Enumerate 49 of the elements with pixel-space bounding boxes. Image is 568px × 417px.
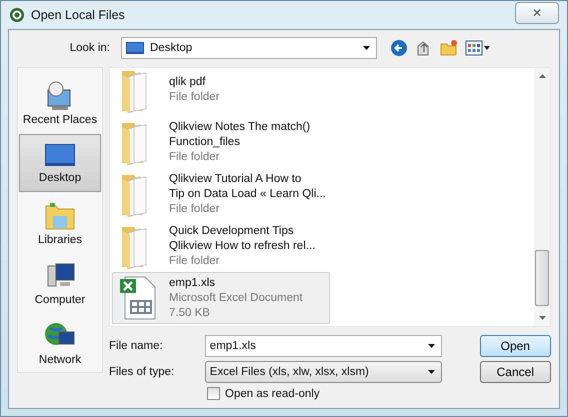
- file-detail: 7.50 KB: [169, 306, 211, 320]
- file-name: emp1.xls: [169, 276, 216, 290]
- look-in-dropdown[interactable]: Desktop: [121, 37, 377, 59]
- open-button[interactable]: Open: [480, 335, 552, 357]
- place-item[interactable]: Computer: [19, 254, 101, 312]
- read-only-checkbox[interactable]: [207, 387, 220, 400]
- file-item[interactable]: Qlikview Notes The match() Function_files File folder: [112, 116, 330, 168]
- file-name: Qlikview Notes The match(): [169, 120, 310, 134]
- file-name: Tip on Data Load « Learn Qli...: [169, 186, 326, 202]
- file-name: Quick Development Tips: [169, 224, 295, 238]
- file-name-field[interactable]: emp1.xls: [204, 335, 442, 357]
- file-detail: File folder: [169, 90, 220, 105]
- place-item[interactable]: Network: [19, 314, 101, 372]
- file-name: Qlikview Tutorial A How to: [169, 172, 302, 186]
- close-button[interactable]: ✕: [515, 2, 559, 24]
- file-detail: File folder: [169, 254, 220, 268]
- file-detail: File folder: [169, 202, 220, 216]
- file-name: Function_files: [169, 134, 241, 150]
- scrollbar[interactable]: [534, 68, 550, 326]
- file-type-dropdown[interactable]: Excel Files (xls, xlw, xlsx, xlsm): [204, 361, 442, 383]
- file-item[interactable]: qlik pdf File folder: [112, 68, 330, 116]
- look-in-label: Look in:: [68, 42, 111, 54]
- app-logo-icon: [9, 7, 25, 23]
- read-only-label: Open as read-only: [225, 388, 320, 400]
- place-item[interactable]: Recent Places: [19, 74, 101, 132]
- file-name: Qlikview How to refresh rel...: [169, 238, 316, 254]
- place-item[interactable]: Desktop: [19, 134, 101, 192]
- back-icon[interactable]: [390, 39, 408, 57]
- file-item[interactable]: emp1.xls Microsoft Excel Document 7.50 KB: [112, 272, 330, 324]
- place-item[interactable]: Libraries: [19, 194, 101, 252]
- scroll-down-icon[interactable]: [538, 316, 546, 320]
- caret-icon: [363, 46, 370, 50]
- caret-icon: [428, 370, 435, 374]
- file-name-label: File name:: [109, 340, 164, 352]
- scroll-up-icon[interactable]: [538, 74, 546, 78]
- folder-icon: [44, 200, 76, 232]
- scroll-thumb[interactable]: [535, 250, 549, 306]
- new-folder-icon[interactable]: [440, 39, 458, 57]
- caret-icon: [428, 344, 435, 348]
- file-item[interactable]: Quick Development Tips Qlikview How to refresh rel... File folder: [112, 220, 330, 272]
- file-name: qlik pdf: [169, 75, 206, 90]
- file-detail: File folder: [169, 150, 220, 164]
- file-detail: Microsoft Excel Document: [169, 290, 303, 306]
- desktop-icon: [126, 42, 144, 54]
- window-title: Open Local Files: [31, 8, 126, 22]
- file-type-label: Files of type:: [109, 366, 176, 378]
- view-menu-icon[interactable]: [465, 40, 491, 56]
- cancel-button[interactable]: Cancel: [480, 361, 552, 383]
- file-item[interactable]: Qlikview Tutorial A How to Tip on Data Load « Learn Qli... File folder: [112, 168, 330, 220]
